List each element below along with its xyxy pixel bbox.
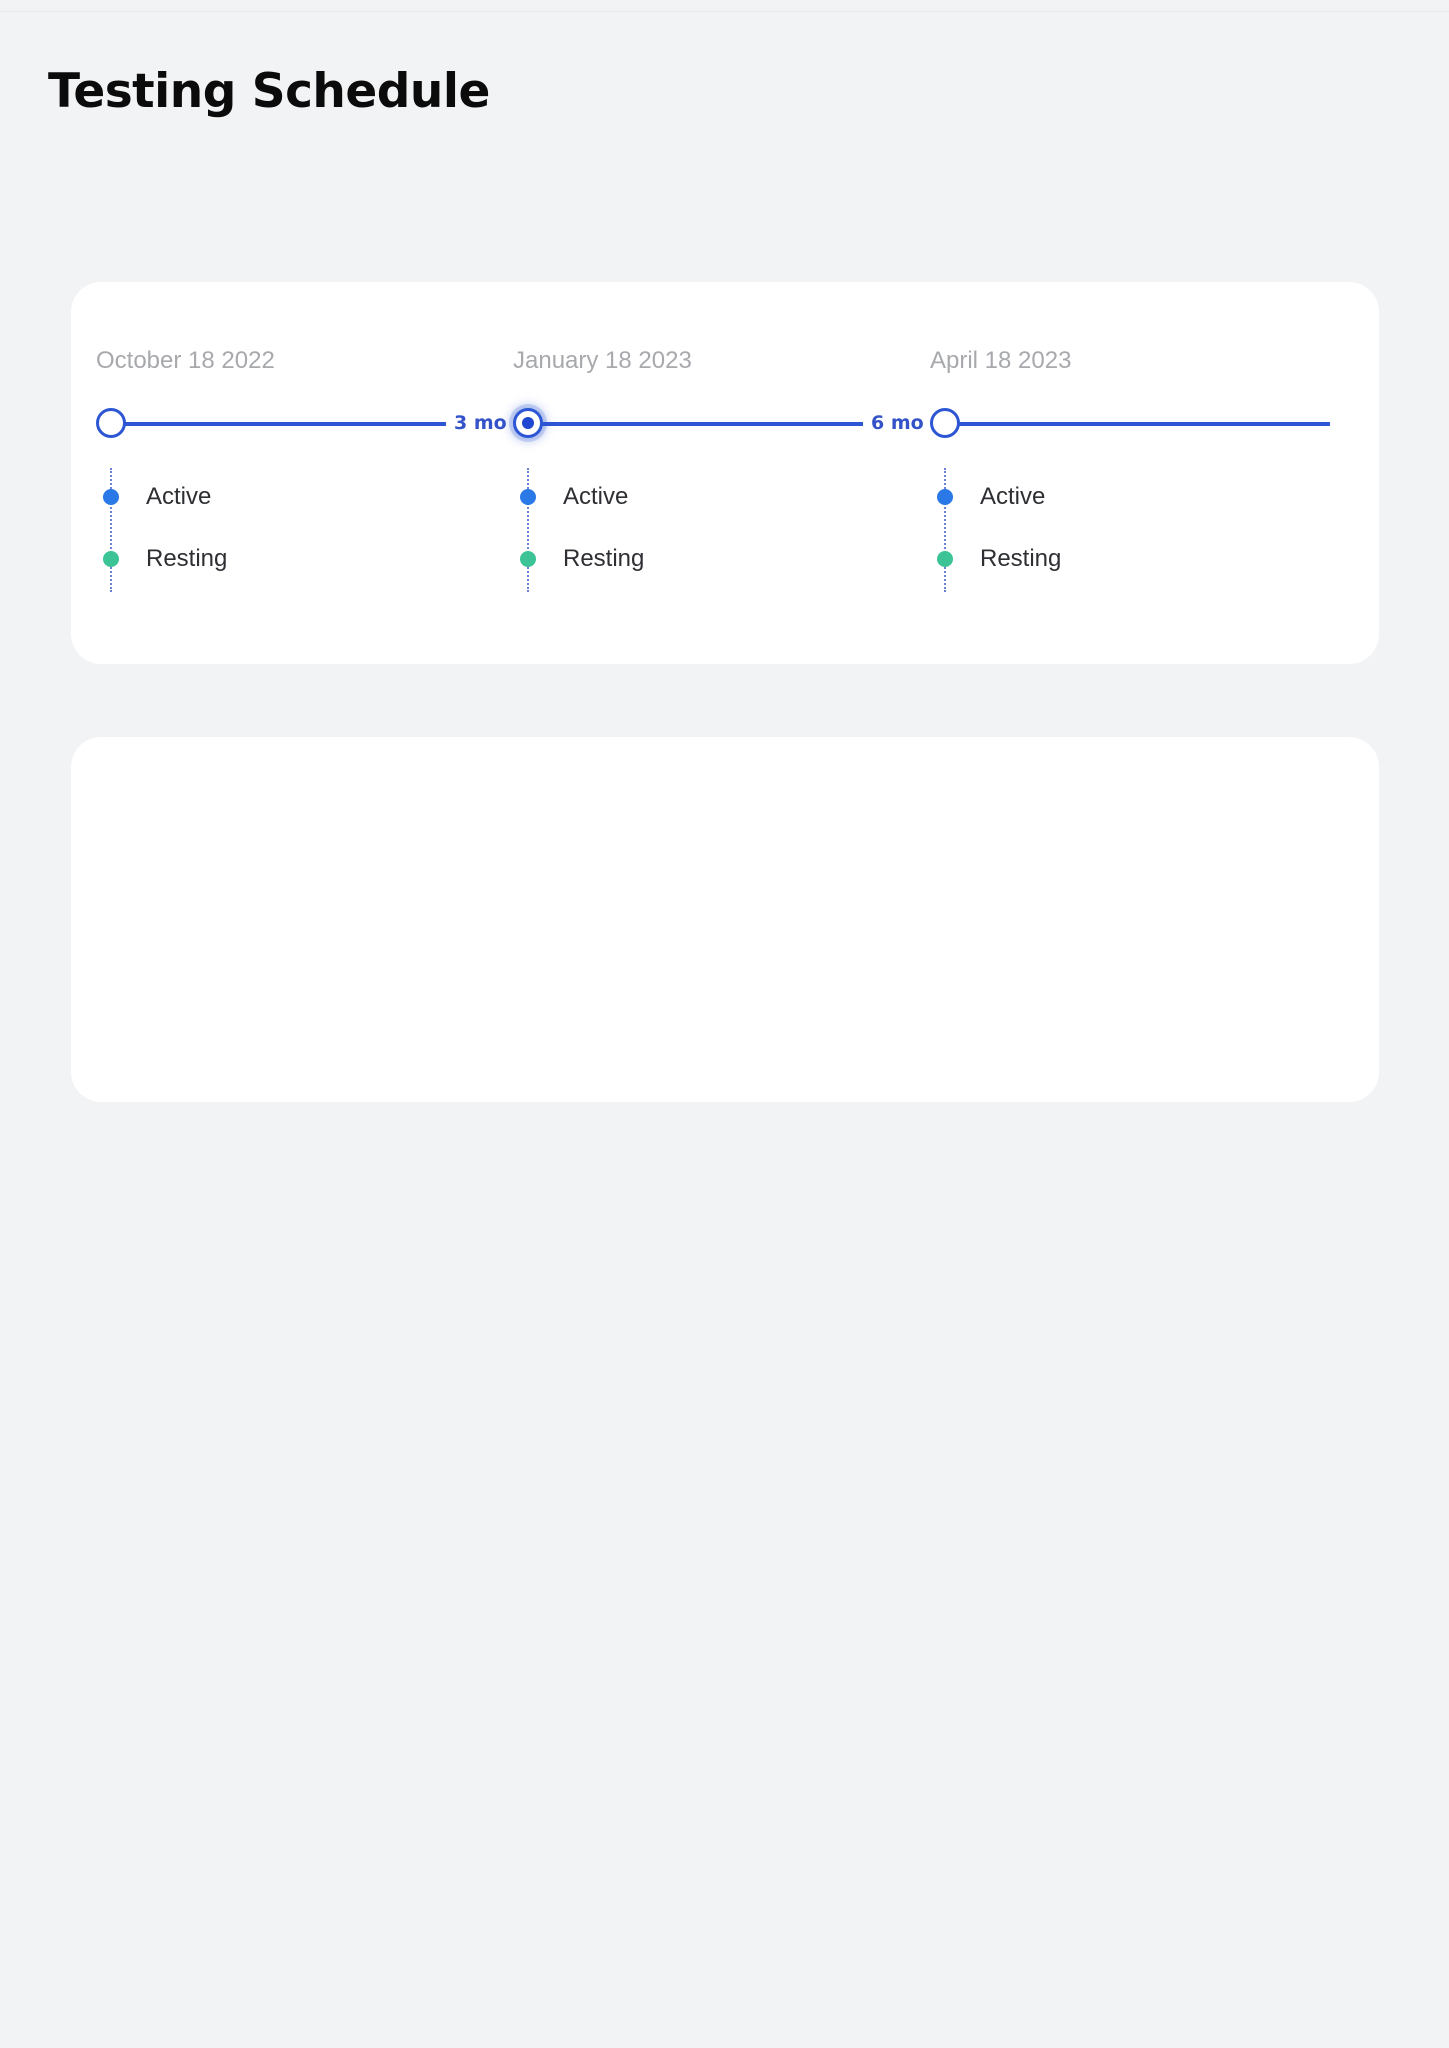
active-dot-icon <box>520 489 536 505</box>
checkpoint-april-2023: April 18 2023 Active Resting <box>905 282 1379 664</box>
empty-content-card <box>71 737 1379 1102</box>
checkpoint-october-2022: October 18 2022 3 mo Active Resting <box>71 282 507 664</box>
phase-label-resting: Resting <box>146 545 228 572</box>
page-title: Testing Schedule <box>48 64 490 119</box>
top-divider <box>0 11 1449 12</box>
timeline-segment <box>533 422 863 426</box>
phase-label-resting: Resting <box>563 545 645 572</box>
phase-label-active: Active <box>563 483 629 510</box>
timeline-segment <box>950 422 1330 426</box>
phase-label-active: Active <box>980 483 1046 510</box>
phase-connector <box>944 468 946 592</box>
active-dot-icon <box>937 489 953 505</box>
timeline-card: October 18 2022 3 mo Active Resting Janu… <box>71 282 1379 664</box>
checkpoint-node-selected[interactable] <box>513 408 543 438</box>
checkpoint-date: January 18 2023 <box>513 347 692 374</box>
resting-dot-icon <box>520 551 536 567</box>
checkpoint-date: October 18 2022 <box>96 347 275 374</box>
selected-indicator-icon <box>522 417 534 429</box>
checkpoint-january-2023: January 18 2023 6 mo Active Resting <box>488 282 924 664</box>
phase-label-active: Active <box>146 483 212 510</box>
checkpoint-node[interactable] <box>96 408 126 438</box>
phase-connector <box>110 468 112 592</box>
checkpoint-node[interactable] <box>930 408 960 438</box>
resting-dot-icon <box>937 551 953 567</box>
active-dot-icon <box>103 489 119 505</box>
checkpoint-date: April 18 2023 <box>930 347 1072 374</box>
timeline-segment <box>116 422 446 426</box>
resting-dot-icon <box>103 551 119 567</box>
phase-label-resting: Resting <box>980 545 1062 572</box>
phase-connector <box>527 468 529 592</box>
